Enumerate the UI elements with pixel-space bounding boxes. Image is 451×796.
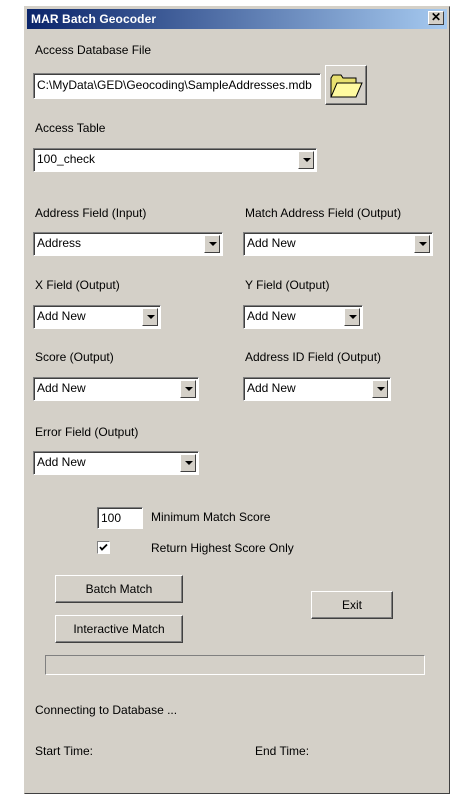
chevron-down-icon[interactable] bbox=[142, 308, 158, 326]
access-db-label: Access Database File bbox=[35, 43, 152, 57]
batch-match-button[interactable]: Batch Match bbox=[55, 575, 183, 603]
chevron-down-icon[interactable] bbox=[204, 235, 220, 253]
address-field-value: Address bbox=[37, 236, 82, 250]
chevron-down-icon[interactable] bbox=[298, 151, 314, 169]
interactive-match-label: Interactive Match bbox=[73, 622, 165, 636]
min-match-score-value: 100 bbox=[101, 511, 122, 525]
address-field-select[interactable]: Address bbox=[33, 232, 223, 256]
score-select[interactable]: Add New bbox=[33, 377, 199, 401]
address-id-field-label: Address ID Field (Output) bbox=[245, 350, 382, 364]
checkmark-icon bbox=[99, 543, 108, 551]
y-field-value: Add New bbox=[247, 309, 296, 323]
error-field-value: Add New bbox=[37, 455, 86, 469]
error-field-label: Error Field (Output) bbox=[35, 425, 139, 439]
chevron-down-icon[interactable] bbox=[180, 454, 196, 472]
chevron-down-icon[interactable] bbox=[372, 380, 388, 398]
access-table-value: 100_check bbox=[37, 152, 96, 166]
browse-button[interactable] bbox=[325, 65, 367, 105]
y-field-select[interactable]: Add New bbox=[243, 305, 363, 329]
y-field-label: Y Field (Output) bbox=[245, 278, 330, 292]
access-table-select[interactable]: 100_check bbox=[33, 148, 317, 172]
window-title: MAR Batch Geocoder bbox=[31, 12, 157, 26]
address-id-field-select[interactable]: Add New bbox=[243, 377, 391, 401]
match-address-field-label: Match Address Field (Output) bbox=[245, 206, 402, 220]
address-field-label: Address Field (Input) bbox=[35, 206, 147, 220]
folder-open-icon bbox=[330, 74, 363, 98]
title-bar[interactable]: MAR Batch Geocoder ✕ bbox=[27, 9, 447, 29]
interactive-match-button[interactable]: Interactive Match bbox=[55, 615, 183, 643]
main-window: MAR Batch Geocoder ✕ Access Database Fil… bbox=[24, 6, 450, 794]
min-match-score-label: Minimum Match Score bbox=[151, 510, 271, 524]
chevron-down-icon[interactable] bbox=[180, 380, 196, 398]
close-button[interactable]: ✕ bbox=[428, 11, 444, 25]
close-icon: ✕ bbox=[430, 10, 442, 24]
access-db-value: C:\MyData\GED\Geocoding\SampleAddresses.… bbox=[37, 78, 312, 92]
x-field-label: X Field (Output) bbox=[35, 278, 120, 292]
score-value: Add New bbox=[37, 381, 86, 395]
address-id-field-value: Add New bbox=[247, 381, 296, 395]
highest-score-label: Return Highest Score Only bbox=[151, 541, 294, 555]
status-message: Connecting to Database ... bbox=[35, 703, 178, 717]
score-label: Score (Output) bbox=[35, 350, 114, 364]
min-match-score-input[interactable]: 100 bbox=[97, 507, 143, 529]
x-field-select[interactable]: Add New bbox=[33, 305, 161, 329]
highest-score-checkbox[interactable] bbox=[97, 541, 110, 554]
batch-match-label: Batch Match bbox=[85, 582, 153, 596]
match-address-field-select[interactable]: Add New bbox=[243, 232, 433, 256]
end-time-label: End Time: bbox=[255, 744, 310, 758]
start-time-label: Start Time: bbox=[35, 744, 94, 758]
access-db-input[interactable]: C:\MyData\GED\Geocoding\SampleAddresses.… bbox=[33, 73, 321, 99]
error-field-select[interactable]: Add New bbox=[33, 451, 199, 475]
access-table-label: Access Table bbox=[35, 121, 106, 135]
chevron-down-icon[interactable] bbox=[344, 308, 360, 326]
x-field-value: Add New bbox=[37, 309, 86, 323]
chevron-down-icon[interactable] bbox=[414, 235, 430, 253]
exit-label: Exit bbox=[341, 598, 362, 612]
exit-button[interactable]: Exit bbox=[311, 591, 393, 619]
match-address-field-value: Add New bbox=[247, 236, 296, 250]
progress-bar bbox=[45, 655, 425, 675]
